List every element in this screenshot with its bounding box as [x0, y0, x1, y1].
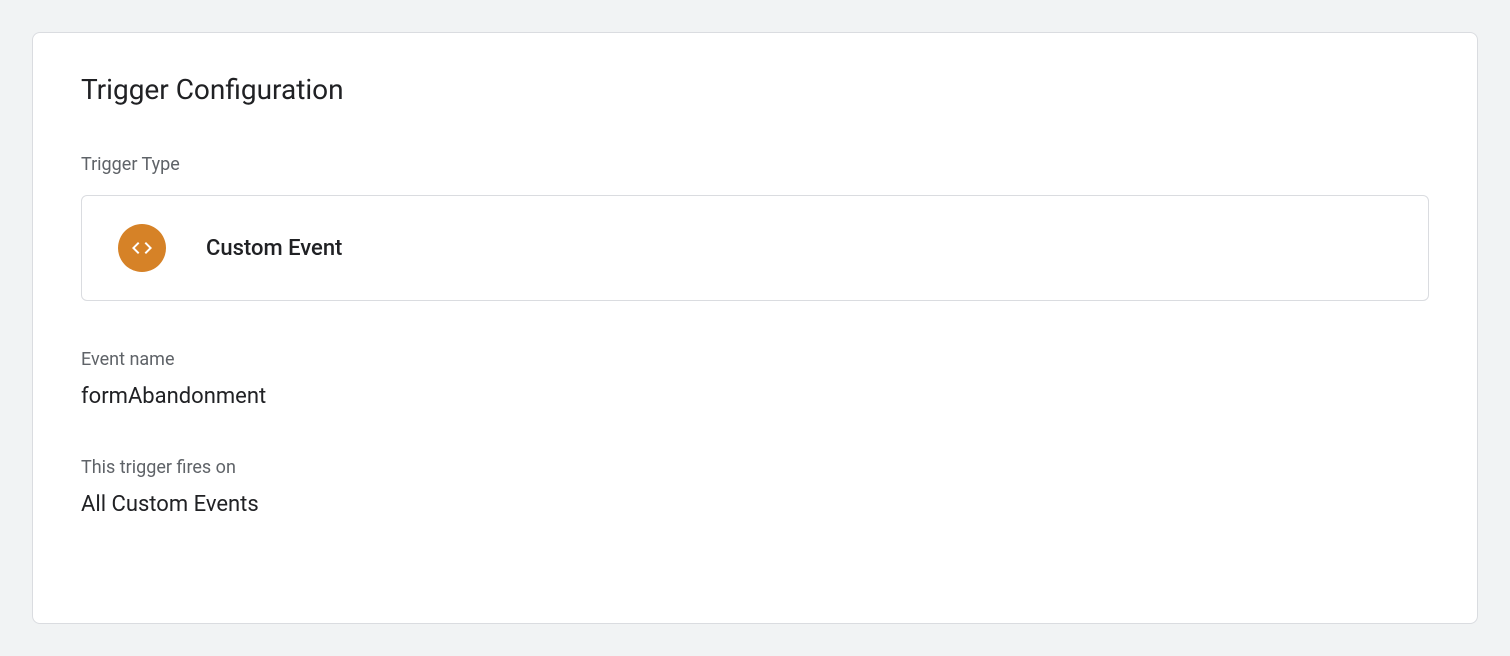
trigger-type-name: Custom Event: [206, 236, 342, 261]
fires-on-label: This trigger fires on: [81, 457, 1429, 478]
trigger-type-selector[interactable]: Custom Event: [81, 195, 1429, 301]
event-name-value: formAbandonment: [81, 384, 1429, 409]
code-icon: [118, 224, 166, 272]
trigger-type-label: Trigger Type: [81, 154, 1429, 175]
fires-on-value: All Custom Events: [81, 492, 1429, 517]
event-name-field: Event name formAbandonment: [81, 349, 1429, 409]
fires-on-field: This trigger fires on All Custom Events: [81, 457, 1429, 517]
trigger-configuration-card: Trigger Configuration Trigger Type Custo…: [32, 32, 1478, 624]
event-name-label: Event name: [81, 349, 1429, 370]
card-title: Trigger Configuration: [81, 73, 1429, 106]
